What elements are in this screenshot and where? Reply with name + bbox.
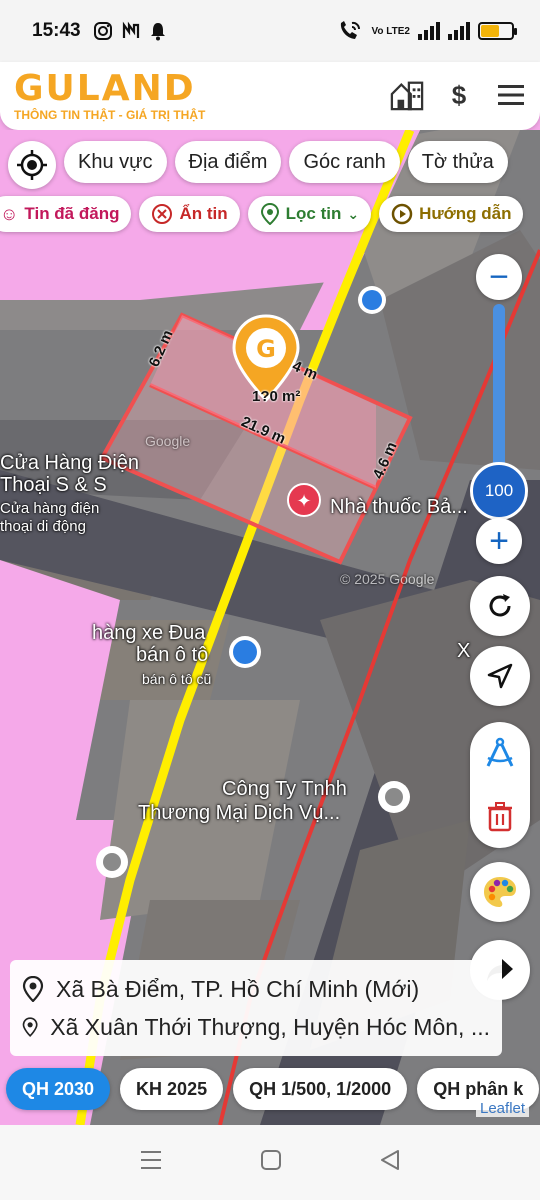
map-road-label: X [457, 640, 471, 662]
posted-icon: ☺ [0, 203, 19, 224]
zoom-level[interactable]: 100 [470, 462, 528, 520]
home-square-icon [260, 1150, 281, 1170]
building-icon [390, 81, 424, 111]
header-actions: $ [390, 78, 528, 112]
back-triangle-icon [381, 1150, 400, 1170]
palette-icon [484, 877, 516, 907]
app-m-icon [122, 21, 139, 38]
back-button[interactable] [379, 1149, 401, 1176]
status-bar: 15:43 Vo LTE2 [0, 0, 540, 62]
map-label-company2: Thương Mại Dịch Vụ... [138, 802, 341, 824]
leaflet-attribution[interactable]: Leaflet [476, 1100, 530, 1117]
map-google: Google [145, 433, 191, 449]
locate-button[interactable] [8, 141, 56, 189]
brand[interactable]: GULAND THÔNG TIN THẬT - GIÁ TRỊ THẬT [14, 68, 206, 123]
instagram-icon [93, 22, 112, 40]
chip-to-thua[interactable]: Tờ thửa [407, 141, 508, 183]
map-label-shop1: Cửa Hàng Điện [0, 452, 140, 474]
chip-goc-ranh[interactable]: Góc ranh [289, 141, 400, 183]
trash-icon [488, 801, 512, 831]
status-time: 15:43 [32, 20, 81, 41]
chip-huong-dan[interactable]: Hướng dẫn [379, 196, 524, 232]
zoom-in-button[interactable]: + [476, 518, 522, 564]
map-watermark: © 2025 Google [340, 571, 435, 587]
map-label-company1: Công Ty Tnhh [222, 778, 347, 800]
refresh-icon [489, 594, 511, 617]
dollar-icon: $ [451, 79, 467, 110]
delete-button[interactable] [470, 785, 530, 848]
system-nav-bar [0, 1125, 540, 1200]
measure-button[interactable] [470, 722, 530, 785]
map-label-car3: bán ô tô cũ [142, 671, 212, 687]
chip-tin-da-dang[interactable]: ☺ Tin đã đăng [0, 196, 132, 232]
plan-chip-row: QH 2030 KH 2025 QH 1/500, 1/2000 QH phân… [6, 1068, 540, 1110]
status-right: Vo LTE2 [337, 20, 517, 42]
parcel-area: 1?0 m² [252, 388, 301, 405]
wifi-call-icon [341, 21, 361, 39]
palette-button[interactable] [470, 862, 530, 922]
app-header: GULAND THÔNG TIN THẬT - GIÁ TRỊ THẬT $ [0, 62, 540, 130]
chip-loc-tin[interactable]: Lọc tin ⌄ [247, 196, 372, 232]
volte-indicator: Vo LTE2 [371, 25, 410, 37]
plan-chip-qh-1-500[interactable]: QH 1/500, 1/2000 [233, 1068, 408, 1110]
chip-huong-dan-label: Hướng dẫn [419, 204, 512, 223]
brand-tagline: THÔNG TIN THẬT - GIÁ TRỊ THẬT [14, 108, 206, 122]
location-pin-icon [22, 1017, 38, 1038]
chip-an-tin[interactable]: Ẩn tin [139, 196, 240, 232]
search-chip-row: Khu vực Địa điểm Góc ranh Tờ thửa [8, 141, 508, 189]
address-line-2[interactable]: Xã Xuân Thới Thượng, Huyện Hóc Môn, ... [22, 1008, 490, 1046]
map-label-pharmacy: Nhà thuốc Bả... [330, 496, 468, 518]
crosshair-icon [17, 150, 47, 180]
chip-loc-tin-label: Lọc tin [285, 204, 342, 223]
signal-1-icon [418, 22, 440, 40]
refresh-button[interactable] [470, 576, 530, 636]
bell-icon [150, 23, 165, 41]
navigation-icon [487, 663, 513, 689]
zoom-out-button[interactable]: − [476, 254, 522, 300]
map-label-car1: hàng xe Đua [92, 622, 206, 644]
battery-icon [478, 22, 517, 40]
chip-tin-da-dang-label: Tin đã đăng [24, 204, 120, 223]
close-circle-icon [152, 204, 173, 224]
plan-chip-qh-2030[interactable]: QH 2030 [6, 1068, 111, 1110]
menu-button[interactable] [494, 78, 528, 112]
play-circle-icon [391, 203, 413, 225]
address-line-1-text: Xã Bà Điểm, TP. Hồ Chí Minh (Mới) [56, 975, 420, 1002]
navigate-button[interactable] [470, 646, 530, 706]
signal-2-icon [448, 22, 470, 40]
recent-apps-icon [140, 1151, 161, 1169]
map-label-shop1b: Thoại S & S [0, 474, 107, 496]
chip-an-tin-label: Ẩn tin [179, 204, 228, 223]
compass-draw-icon [486, 737, 514, 767]
menu-icon [498, 85, 524, 105]
status-left-icons [93, 21, 167, 41]
map-label-car2: bán ô tô [136, 644, 209, 666]
location-pin-icon [260, 203, 279, 225]
minus-icon: − [489, 257, 509, 296]
tool-stack [470, 722, 530, 848]
home-button[interactable] [260, 1149, 282, 1176]
zoom-slider[interactable] [493, 304, 505, 474]
map-label-shop1d: thoại di động [0, 518, 86, 535]
chevron-down-icon: ⌄ [347, 205, 360, 222]
svg-text:G: G [256, 335, 276, 363]
recent-apps-button[interactable] [139, 1149, 163, 1176]
building-button[interactable] [390, 78, 424, 112]
svg-text:✦: ✦ [296, 491, 311, 512]
filter-chip-row: ☺ Tin đã đăng Ẩn tin Lọc tin ⌄ Hướng dẫn [0, 196, 524, 232]
address-line-1[interactable]: Xã Bà Điểm, TP. Hồ Chí Minh (Mới) [22, 970, 490, 1008]
address-line-2-text: Xã Xuân Thới Thượng, Huyện Hóc Môn, ... [50, 1013, 490, 1040]
plan-chip-kh-2025[interactable]: KH 2025 [120, 1068, 224, 1110]
brand-logo: GULAND [14, 68, 196, 109]
chip-khu-vuc[interactable]: Khu vực [64, 141, 167, 183]
dollar-button[interactable]: $ [442, 78, 476, 112]
location-pin-icon [22, 976, 44, 1002]
address-card[interactable]: Xã Bà Điểm, TP. Hồ Chí Minh (Mới) Xã Xuâ… [10, 960, 502, 1056]
plus-icon: + [489, 521, 509, 560]
chip-dia-diem[interactable]: Địa điểm [174, 141, 282, 183]
